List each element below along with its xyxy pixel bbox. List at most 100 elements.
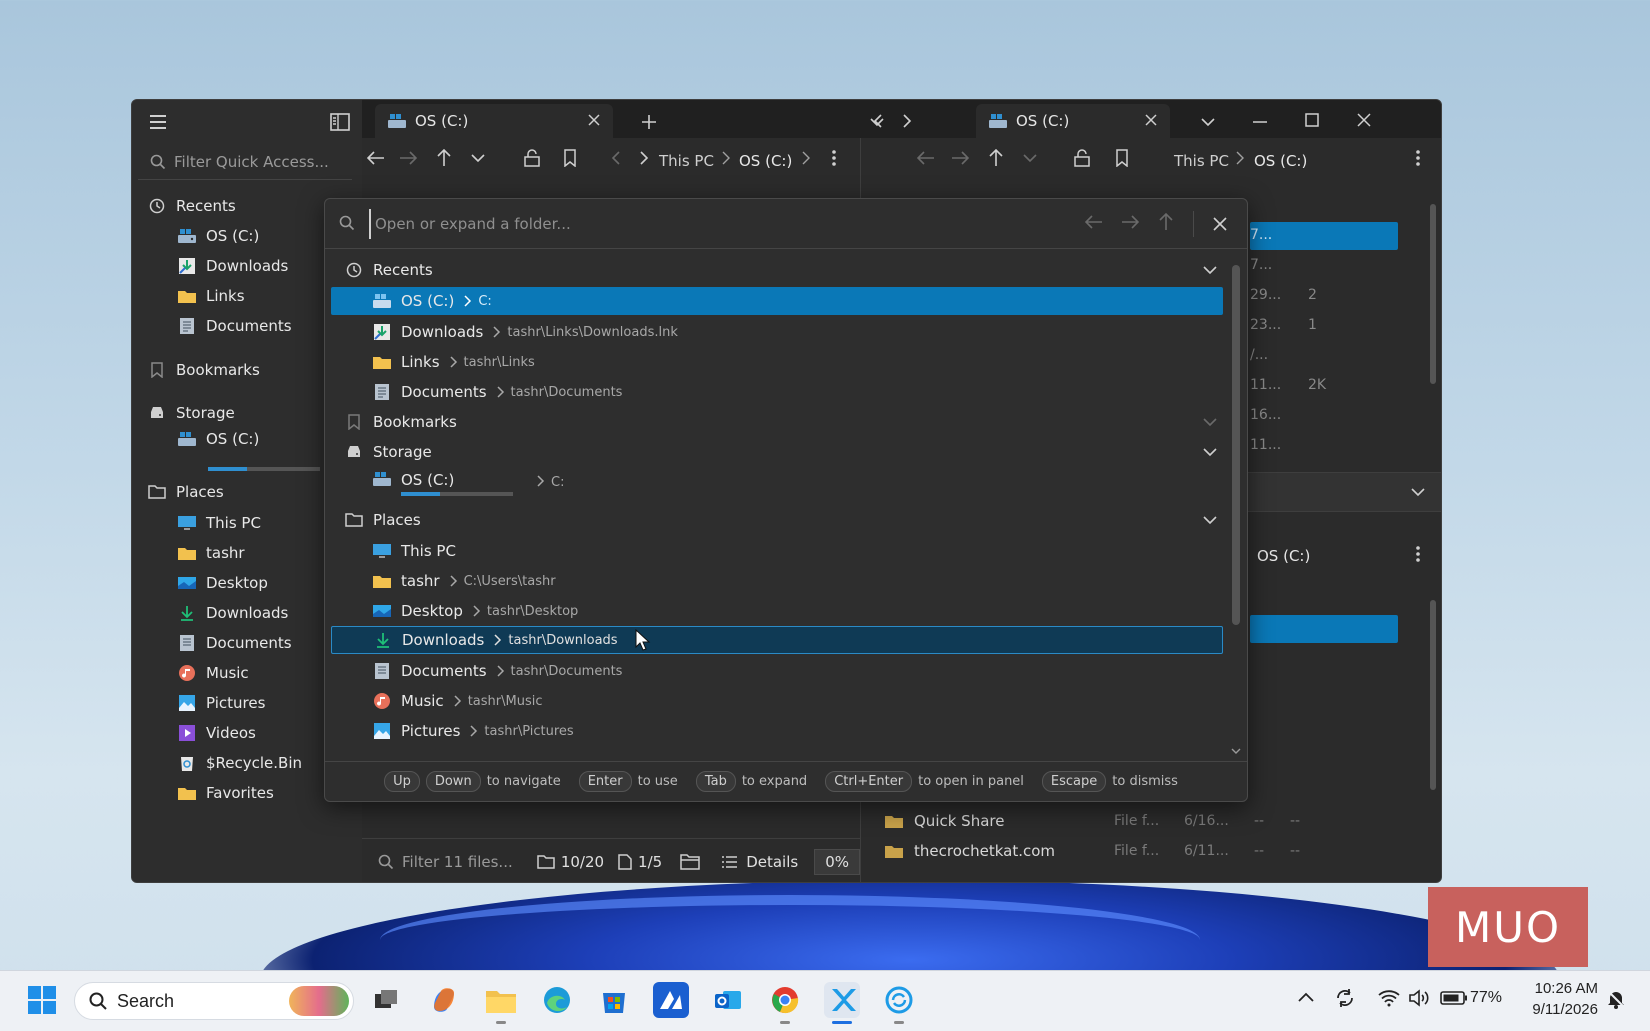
quick-open-item-documents[interactable]: Documents tashr\Documents — [331, 377, 1223, 407]
file-explorer-icon[interactable] — [483, 982, 519, 1018]
close-tab-icon[interactable] — [587, 113, 601, 127]
file-manager-app-icon[interactable] — [824, 982, 860, 1018]
back-button[interactable] — [912, 144, 940, 172]
breadcrumb-this-pc[interactable]: This PC — [659, 152, 714, 170]
chevron-down-icon[interactable] — [1408, 484, 1428, 500]
tab-scroll-right-icon[interactable] — [897, 110, 917, 132]
quick-open-item-music[interactable]: Music tashr\Music — [331, 686, 1223, 716]
scrollbar-thumb[interactable] — [1430, 600, 1436, 790]
scroll-down-icon[interactable] — [1231, 747, 1241, 755]
lock-button[interactable] — [1068, 144, 1096, 172]
row-date: 7... — [1250, 257, 1273, 273]
lock-button[interactable] — [518, 144, 546, 172]
row-date: 23... — [1250, 317, 1282, 333]
new-tab-icon[interactable] — [637, 110, 661, 134]
quick-open-item-tashr[interactable]: tashr C:\Users\tashr — [331, 566, 1223, 596]
up-button[interactable] — [430, 144, 458, 172]
volume-icon[interactable] — [1408, 989, 1430, 1007]
scrollbar-thumb[interactable] — [1430, 204, 1436, 384]
quick-open-item-downloads-link[interactable]: Downloads tashr\Links\Downloads.lnk — [331, 317, 1223, 347]
battery-icon[interactable] — [1440, 991, 1468, 1005]
chevron-down-icon[interactable] — [1199, 515, 1221, 525]
bookmark-button[interactable] — [1108, 144, 1136, 172]
quick-open-item-pictures[interactable]: Pictures tashr\Pictures — [331, 716, 1223, 746]
breadcrumb-back-icon[interactable] — [602, 144, 630, 172]
notification-bell-icon[interactable] — [1606, 989, 1626, 1009]
folder-select-icon[interactable] — [680, 853, 700, 870]
quick-open-section-bookmarks[interactable]: Bookmarks — [331, 407, 1223, 437]
tab-scroll-left-icon[interactable] — [868, 110, 888, 132]
quick-open-section-places[interactable]: Places — [331, 505, 1223, 535]
sidebar-filter[interactable]: Filter Quick Access... — [138, 144, 352, 180]
show-hidden-icons-chevron[interactable] — [1298, 992, 1314, 1002]
tab-os-c-left[interactable]: OS (C:) — [375, 104, 613, 138]
chevron-down-icon[interactable] — [1199, 265, 1221, 275]
minimize-icon[interactable] — [1250, 112, 1270, 132]
quick-open-section-storage[interactable]: Storage — [331, 437, 1223, 467]
more-options-icon[interactable] — [1404, 144, 1432, 172]
start-button[interactable] — [24, 982, 60, 1018]
quick-open-item-storage-os-c[interactable]: OS (C:) C: — [331, 467, 1223, 503]
item-name: OS (C:) — [401, 471, 455, 489]
taskbar-search[interactable]: Search — [74, 982, 354, 1020]
quick-open-scrollbar-thumb[interactable] — [1232, 265, 1240, 625]
close-tab-icon[interactable] — [1144, 113, 1158, 127]
breadcrumb-os-c[interactable]: OS (C:) — [739, 152, 792, 170]
key-escape: Escape — [1041, 771, 1107, 792]
chevron-down-icon[interactable] — [1198, 112, 1218, 132]
quick-open-item-os-c[interactable]: OS (C:) C: — [331, 287, 1223, 315]
quick-open-section-recents[interactable]: Recents — [331, 255, 1223, 285]
menu-icon[interactable] — [146, 110, 170, 134]
view-mode-button[interactable]: Details — [746, 853, 798, 871]
edge-icon[interactable] — [539, 982, 575, 1018]
up-button[interactable] — [982, 144, 1010, 172]
task-view-icon[interactable] — [368, 982, 404, 1018]
wifi-icon[interactable] — [1378, 989, 1400, 1007]
app-icon[interactable] — [653, 982, 689, 1018]
close-icon[interactable] — [1213, 217, 1227, 231]
quick-open-item-links[interactable]: Links tashr\Links — [331, 347, 1223, 377]
item-name: Downloads — [401, 323, 484, 341]
sync-app-icon[interactable] — [881, 982, 917, 1018]
folder-icon — [176, 288, 198, 304]
forward-button[interactable] — [394, 144, 422, 172]
quick-open-item-documents-place[interactable]: Documents tashr\Documents — [331, 656, 1223, 686]
clock-time[interactable]: 10:26 AM — [1522, 980, 1598, 997]
bookmark-button[interactable] — [556, 144, 584, 172]
sync-status-icon[interactable] — [1334, 987, 1356, 1009]
drive-icon — [371, 293, 393, 309]
maximize-icon[interactable] — [1302, 110, 1322, 130]
quick-open-item-desktop[interactable]: Desktop tashr\Desktop — [331, 596, 1223, 626]
chevron-down-icon[interactable] — [1199, 417, 1221, 427]
breadcrumb-os-c[interactable]: OS (C:) — [1254, 152, 1307, 170]
breadcrumb-this-pc[interactable]: This PC — [1174, 152, 1229, 170]
back-button[interactable] — [362, 144, 390, 172]
tab-os-c-right[interactable]: OS (C:) — [976, 104, 1170, 138]
toggle-sidebar-icon[interactable] — [328, 110, 352, 134]
selected-row[interactable] — [1250, 615, 1398, 643]
close-window-icon[interactable] — [1354, 110, 1374, 130]
chevron-down-icon[interactable] — [1199, 447, 1221, 457]
up-icon[interactable] — [1159, 213, 1173, 231]
quick-open-item-downloads[interactable]: Downloads tashr\Downloads — [331, 626, 1223, 654]
history-dropdown-button[interactable] — [464, 144, 492, 172]
clock-date[interactable]: 9/11/2026 — [1522, 1001, 1598, 1018]
outlook-icon[interactable] — [710, 982, 746, 1018]
table-row[interactable]: thecrochetkat.com File f... 6/11... -- -… — [872, 837, 1412, 865]
chrome-icon[interactable] — [767, 982, 803, 1018]
item-path: tashr\Documents — [510, 663, 623, 679]
quick-open-item-this-pc[interactable]: This PC — [331, 536, 1223, 566]
more-options-icon[interactable] — [820, 144, 848, 172]
forward-button[interactable] — [946, 144, 974, 172]
store-icon[interactable] — [596, 982, 632, 1018]
copilot-icon[interactable] — [426, 982, 462, 1018]
documents-icon — [371, 383, 393, 401]
quick-open-input[interactable] — [369, 209, 989, 239]
file-filter-input[interactable]: Filter 11 files... — [402, 853, 525, 871]
back-icon[interactable] — [1085, 215, 1103, 229]
table-row[interactable]: Quick Share File f... 6/16... -- -- — [872, 807, 1412, 835]
more-options-icon[interactable] — [1404, 540, 1432, 568]
history-dropdown-button[interactable] — [1016, 144, 1044, 172]
sidebar-item-label: Downloads — [206, 257, 289, 275]
forward-icon[interactable] — [1121, 215, 1139, 229]
